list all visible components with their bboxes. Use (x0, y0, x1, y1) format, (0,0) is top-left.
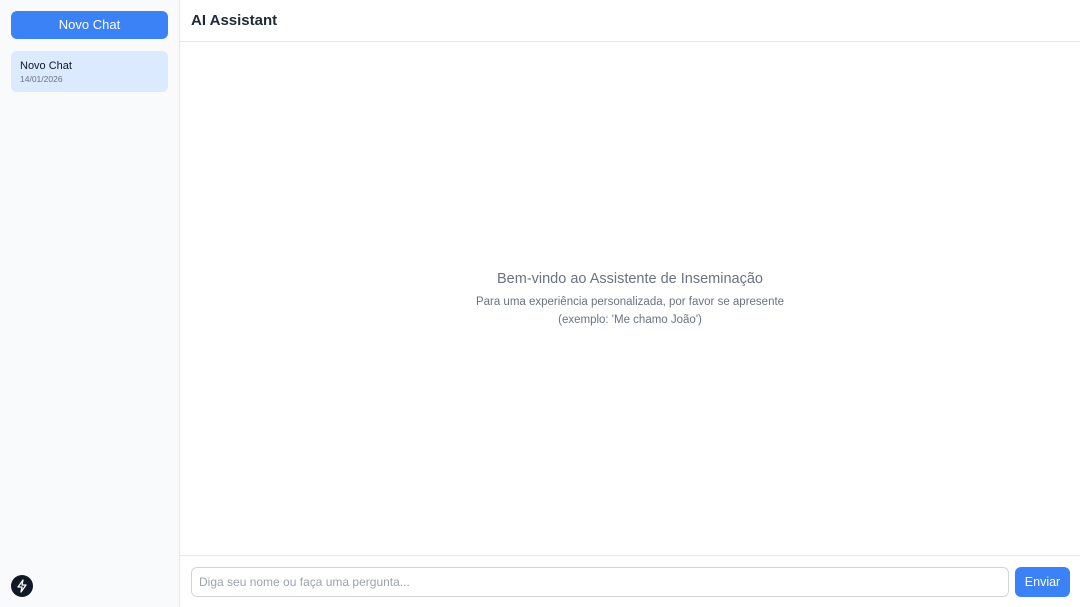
chat-item-date: 14/01/2026 (20, 74, 63, 84)
lightning-bolt-glyph (17, 579, 27, 593)
message-input[interactable] (191, 567, 1009, 597)
header: AI Assistant (180, 0, 1080, 42)
new-chat-button[interactable]: Novo Chat (11, 11, 168, 39)
welcome-message: Bem-vindo ao Assistente de Inseminação P… (180, 270, 1080, 328)
welcome-title: Bem-vindo ao Assistente de Inseminação (497, 271, 763, 287)
welcome-subtitle: Para uma experiência personalizada, por … (475, 296, 785, 308)
main-panel: AI Assistant Bem-vindo ao Assistente de … (180, 0, 1080, 607)
page-title: AI Assistant (191, 12, 278, 29)
welcome-example: (exemplo: 'Me chamo João') (558, 314, 702, 326)
chat-item-title: Novo Chat (20, 60, 72, 72)
sidebar: Novo Chat Novo Chat 14/01/2026 (0, 0, 180, 607)
send-button[interactable]: Enviar (1015, 567, 1070, 597)
chat-list-item[interactable]: Novo Chat 14/01/2026 (11, 51, 168, 92)
app-window: Novo Chat Novo Chat 14/01/2026 AI Assist… (0, 0, 1080, 607)
composer-bar: Enviar (180, 555, 1080, 607)
lightning-bolt-icon[interactable] (11, 575, 33, 597)
